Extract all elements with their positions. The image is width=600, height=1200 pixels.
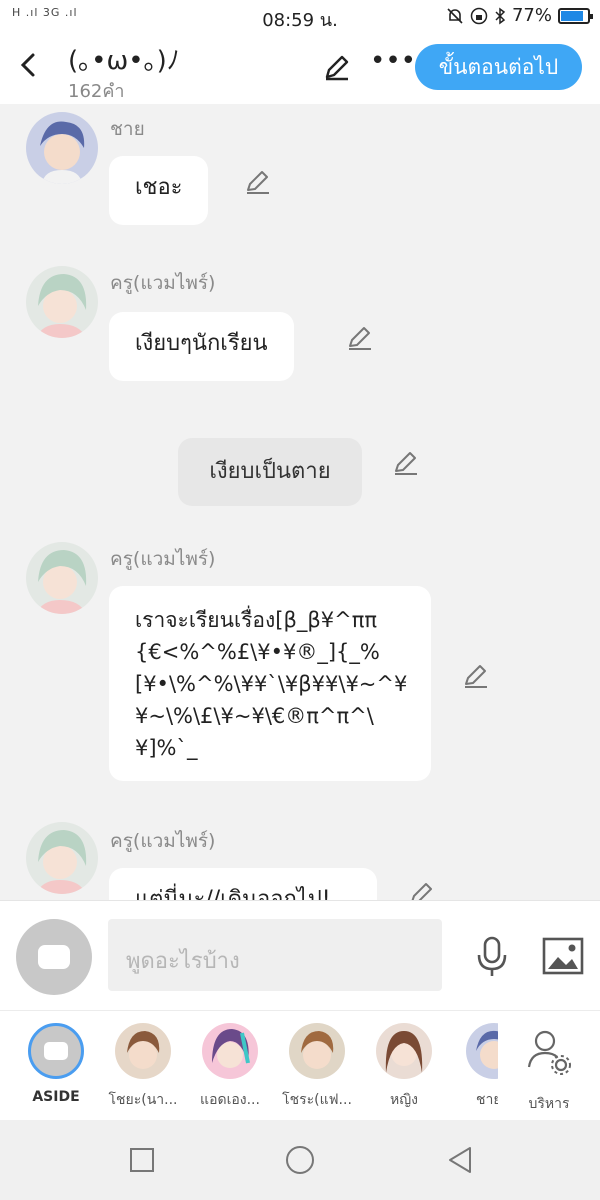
edit-message-icon[interactable]	[244, 168, 272, 196]
more-options-icon[interactable]: •••	[370, 46, 416, 76]
chat-area[interactable]: ชาย เชอะ ครู(แวมไพร์) เงียบๆนักเรียน เงี…	[0, 104, 600, 900]
speaker-name: ครู(แวมไพร์)	[110, 830, 216, 852]
character-label: หญิง	[390, 1092, 418, 1108]
avatar	[289, 1023, 345, 1079]
character-label: ASIDE	[32, 1089, 80, 1105]
character-label: โชยะ(นา...	[108, 1092, 178, 1108]
status-bar: H .ıl 3G .ıl 08:59 น. 77%	[0, 0, 600, 32]
character-label: แอดเอง...	[200, 1092, 260, 1108]
avatar[interactable]	[26, 112, 98, 184]
character-item[interactable]: โชระ(แฟ...	[274, 1023, 360, 1111]
message-bubble[interactable]: เงียบๆนักเรียน	[109, 312, 294, 381]
story-title: (｡•ω•｡)ﾉ	[68, 46, 180, 76]
system-nav-bar	[0, 1120, 600, 1200]
app-header: (｡•ω•｡)ﾉ 162คำ ••• ขั้นตอนต่อไป	[0, 32, 600, 104]
character-item[interactable]: ชาย	[446, 1023, 498, 1111]
recent-apps-icon[interactable]	[128, 1146, 156, 1174]
bluetooth-icon	[495, 7, 506, 24]
speaker-name: ชาย	[110, 118, 145, 140]
aside-avatar	[28, 1023, 84, 1079]
character-label: ชาย	[476, 1092, 498, 1108]
battery-percent: 77%	[511, 5, 552, 26]
avatar[interactable]	[26, 542, 98, 614]
character-item[interactable]: โชยะ(นา...	[100, 1023, 186, 1111]
message-bubble[interactable]: แต่นี่นะ//เดินออกไป!	[109, 868, 377, 900]
edit-message-icon[interactable]	[392, 449, 420, 477]
character-label: บริหาร	[528, 1096, 570, 1112]
home-icon[interactable]	[284, 1146, 316, 1178]
bell-off-icon	[447, 7, 463, 24]
speaker-name: ครู(แวมไพร์)	[110, 548, 216, 570]
edit-message-icon[interactable]	[462, 662, 490, 690]
speaker-name: ครู(แวมไพร์)	[110, 272, 216, 294]
avatar	[466, 1023, 498, 1079]
character-aside[interactable]: ASIDE	[13, 1023, 99, 1105]
edit-title-icon[interactable]	[322, 52, 352, 82]
word-count: 162คำ	[68, 81, 125, 102]
avatar	[376, 1023, 432, 1079]
back-arrow-icon[interactable]	[14, 50, 44, 80]
avatar	[115, 1023, 171, 1079]
character-label: โชระ(แฟ...	[282, 1092, 352, 1108]
narration-bubble[interactable]: เงียบเป็นตาย	[178, 438, 362, 506]
message-bubble[interactable]: เชอะ	[109, 156, 209, 225]
avatar[interactable]	[26, 822, 98, 894]
avatar	[202, 1023, 258, 1079]
edit-message-icon[interactable]	[346, 324, 374, 352]
message-input[interactable]: พูดอะไรบ้าง	[108, 919, 442, 991]
edit-message-icon[interactable]	[408, 880, 436, 900]
next-step-button[interactable]: ขั้นตอนต่อไป	[415, 44, 582, 90]
status-icons: 77%	[446, 5, 593, 26]
character-item[interactable]: แอดเอง...	[187, 1023, 273, 1111]
back-nav-icon[interactable]	[446, 1146, 476, 1176]
battery-icon	[558, 7, 593, 24]
microphone-icon[interactable]	[474, 935, 510, 979]
aside-toggle-button[interactable]	[16, 919, 92, 995]
avatar[interactable]	[26, 266, 98, 338]
manage-characters-button[interactable]: บริหาร	[506, 1023, 592, 1115]
aside-icon	[38, 945, 70, 969]
manage-user-icon	[527, 1030, 571, 1075]
lock-rotation-icon	[470, 7, 488, 24]
character-bar: ASIDE โชยะ(นา... แอดเอง... โชระ(แฟ... หญ…	[0, 1010, 600, 1120]
character-item[interactable]: หญิง	[361, 1023, 447, 1111]
composer: พูดอะไรบ้าง	[0, 900, 600, 1010]
image-icon[interactable]	[542, 937, 584, 975]
message-bubble[interactable]: เราจะเรียนเรื่อง[β_β¥^ππ{€<%^%£\¥•¥®_]{_…	[109, 586, 431, 781]
